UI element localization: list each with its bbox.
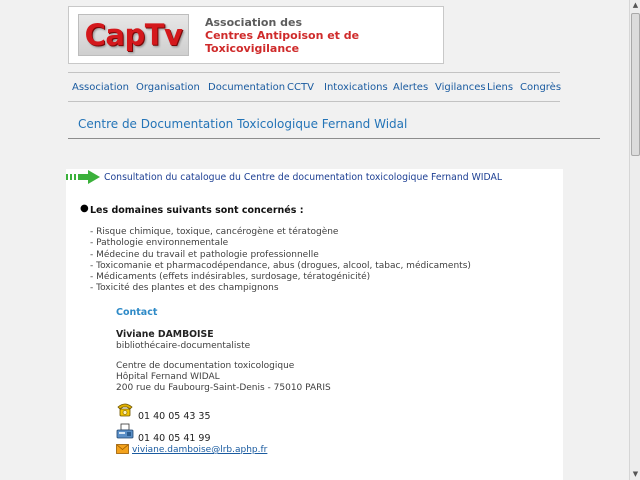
list-item: - Pathologie environnementale xyxy=(90,238,229,249)
nav-congres[interactable]: Congrès xyxy=(520,82,561,93)
fax-number: 01 40 05 41 99 xyxy=(138,433,211,444)
scroll-up-arrow-icon[interactable]: ▲ xyxy=(630,0,640,11)
nav-association[interactable]: Association xyxy=(72,82,129,93)
list-item: - Médecine du travail et pathologie prof… xyxy=(90,249,319,260)
nav-alertes[interactable]: Alertes xyxy=(393,82,428,93)
vertical-scrollbar[interactable]: ▲ ▼ xyxy=(629,0,640,480)
nav-liens[interactable]: Liens xyxy=(487,82,513,93)
scrollbar-thumb[interactable] xyxy=(631,13,640,156)
contact-name: Viviane DAMBOISE xyxy=(116,329,214,340)
nav-organisation[interactable]: Organisation xyxy=(136,82,200,93)
address-line-3: 200 rue du Faubourg-Saint-Denis - 75010 … xyxy=(116,383,331,393)
address-line-2: Hôpital Fernand WIDAL xyxy=(116,372,220,382)
mail-icon xyxy=(116,444,129,454)
green-arrow-icon xyxy=(66,170,100,184)
list-item: - Risque chimique, toxique, cancérogène … xyxy=(90,227,339,237)
email-link[interactable]: viviane.damboise@lrb.aphp.fr xyxy=(132,445,267,455)
header-banner: CapTv Association des Centres Antipoison… xyxy=(68,6,444,64)
main-navigation: Association Organisation Documentation C… xyxy=(68,72,561,102)
phone-number: 01 40 05 43 35 xyxy=(138,411,211,422)
main-content: Consultation du catalogue du Centre de d… xyxy=(66,169,563,480)
list-item: - Toxicomanie et pharmacodépendance, abu… xyxy=(90,260,471,271)
contact-heading: Contact xyxy=(116,307,158,318)
telephone-icon xyxy=(117,403,133,417)
nav-documentation[interactable]: Documentation xyxy=(208,82,285,93)
logo-text: CapTv xyxy=(84,18,183,52)
contact-role: bibliothécaire-documentaliste xyxy=(116,341,251,351)
bullet-icon: ● xyxy=(80,203,89,214)
domain-list: - Risque chimique, toxique, cancérogène … xyxy=(90,227,471,295)
list-item: - Médicaments (effets indésirables, surd… xyxy=(90,272,371,283)
nav-cctv[interactable]: CCTV xyxy=(287,82,314,93)
list-item: - Toxicité des plantes et des champignon… xyxy=(90,283,279,294)
page-title: Centre de Documentation Toxicologique Fe… xyxy=(78,117,408,131)
catalogue-consultation-link[interactable]: Consultation du catalogue du Centre de d… xyxy=(104,172,502,183)
address-line-1: Centre de documentation toxicologique xyxy=(116,361,295,371)
scroll-down-arrow-icon[interactable]: ▼ xyxy=(630,469,640,480)
association-name-line2: Centres Antipoison et de Toxicovigilance xyxy=(205,29,360,55)
nav-intoxications[interactable]: Intoxications xyxy=(324,82,388,93)
domains-heading: Les domaines suivants sont concernés : xyxy=(90,205,304,216)
nav-vigilances[interactable]: Vigilances xyxy=(435,82,486,93)
captv-logo[interactable]: CapTv xyxy=(78,14,189,56)
association-name-line1: Association des xyxy=(205,16,303,29)
title-divider xyxy=(68,138,600,139)
fax-icon xyxy=(116,423,134,439)
